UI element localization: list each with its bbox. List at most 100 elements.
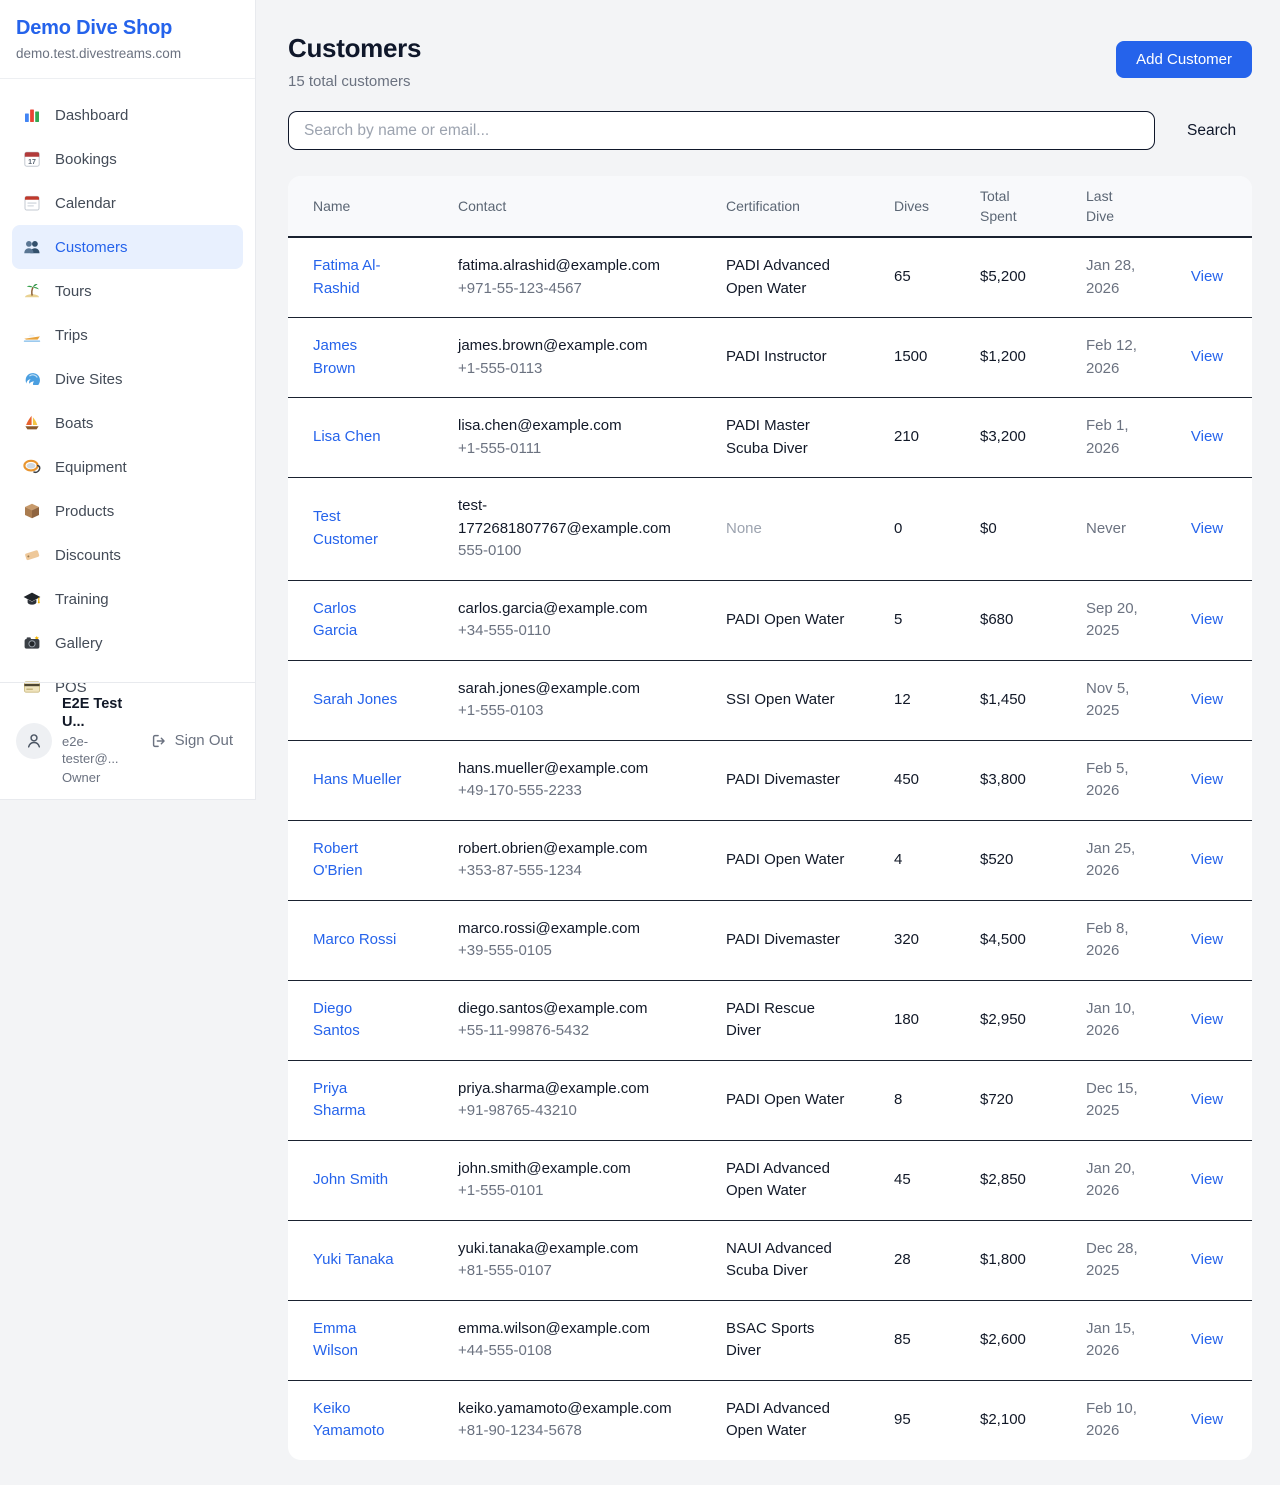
view-link[interactable]: View (1191, 851, 1223, 868)
sidebar-item-calendar[interactable]: Calendar (12, 181, 243, 225)
customer-dives: 45 (894, 1169, 980, 1192)
customer-phone: +91-98765-43210 (458, 1100, 680, 1123)
sidebar-item-dive-sites[interactable]: Dive Sites (12, 357, 243, 401)
customer-name-link[interactable]: Test Customer (313, 508, 378, 548)
customer-total-spent: $1,800 (980, 1249, 1086, 1272)
customer-email: diego.santos@example.com (458, 998, 680, 1021)
view-link[interactable]: View (1191, 1251, 1223, 1268)
view-link[interactable]: View (1191, 520, 1223, 537)
sign-out-button[interactable]: Sign Out (144, 731, 239, 751)
customer-certification: BSAC Sports Diver (726, 1318, 894, 1363)
column-header-last-dive: Last Dive (1086, 186, 1186, 227)
package-icon (22, 501, 42, 521)
customer-certification: PADI Advanced Open Water (726, 1158, 894, 1203)
sidebar-item-equipment[interactable]: Equipment (12, 445, 243, 489)
column-header-certification: Certification (726, 196, 894, 216)
customers-table: NameContactCertificationDivesTotal Spent… (288, 176, 1252, 1460)
sidebar-item-customers[interactable]: Customers (12, 225, 243, 269)
sidebar-item-tours[interactable]: Tours (12, 269, 243, 313)
customer-name-link[interactable]: Sarah Jones (313, 691, 397, 708)
column-header-contact: Contact (458, 196, 726, 216)
sidebar-item-label: Products (55, 503, 114, 520)
sailboat-icon (22, 413, 42, 433)
search-input[interactable] (288, 111, 1155, 150)
customer-phone: +353-87-555-1234 (458, 860, 680, 883)
customer-last-dive: Dec 28, 2025 (1086, 1238, 1186, 1283)
customer-total-spent: $3,800 (980, 769, 1086, 792)
view-link[interactable]: View (1191, 348, 1223, 365)
view-link[interactable]: View (1191, 1011, 1223, 1028)
customer-name-link[interactable]: Carlos Garcia (313, 600, 357, 640)
customer-name-link[interactable]: Keiko Yamamoto (313, 1400, 384, 1440)
customer-email: sarah.jones@example.com (458, 678, 680, 701)
sidebar-nav: Dashboard 17 Bookings Calendar Customers… (0, 79, 255, 723)
bar-chart-icon (22, 105, 42, 125)
sidebar-item-dashboard[interactable]: Dashboard (12, 93, 243, 137)
view-link[interactable]: View (1191, 1331, 1223, 1348)
view-link[interactable]: View (1191, 268, 1223, 285)
user-role: Owner (62, 770, 134, 787)
customer-name-link[interactable]: Diego Santos (313, 1000, 360, 1040)
table-body: Fatima Al-Rashid fatima.alrashid@example… (288, 238, 1252, 1460)
search-button[interactable]: Search (1177, 116, 1246, 146)
customer-email: james.brown@example.com (458, 335, 680, 358)
customer-name-link[interactable]: John Smith (313, 1171, 388, 1188)
customer-last-dive: Jan 25, 2026 (1086, 838, 1186, 883)
island-icon (22, 281, 42, 301)
customer-name-link[interactable]: Yuki Tanaka (313, 1251, 394, 1268)
customer-name-link[interactable]: James Brown (313, 337, 357, 377)
calendar-17-icon: 17 (22, 149, 42, 169)
sidebar-item-label: Gallery (55, 635, 103, 652)
add-customer-button[interactable]: Add Customer (1116, 41, 1252, 78)
view-link[interactable]: View (1191, 931, 1223, 948)
view-link[interactable]: View (1191, 1171, 1223, 1188)
customer-total-spent: $3,200 (980, 426, 1086, 449)
sidebar-item-label: Boats (55, 415, 93, 432)
avatar (16, 723, 52, 759)
table-row: Hans Mueller hans.mueller@example.com +4… (288, 741, 1252, 821)
view-link[interactable]: View (1191, 1411, 1223, 1428)
sidebar-item-training[interactable]: Training (12, 577, 243, 621)
customer-last-dive: Feb 5, 2026 (1086, 758, 1186, 803)
customer-name-link[interactable]: Lisa Chen (313, 428, 381, 445)
customer-last-dive: Jan 20, 2026 (1086, 1158, 1186, 1203)
sidebar-item-label: Tours (55, 283, 92, 300)
customer-name-link[interactable]: Priya Sharma (313, 1080, 366, 1120)
customer-name-link[interactable]: Robert O'Brien (313, 840, 363, 880)
customer-last-dive: Feb 8, 2026 (1086, 918, 1186, 963)
view-link[interactable]: View (1191, 691, 1223, 708)
column-header-name: Name (313, 196, 458, 216)
table-header-row: NameContactCertificationDivesTotal Spent… (288, 176, 1252, 238)
sidebar-item-boats[interactable]: Boats (12, 401, 243, 445)
customer-dives: 4 (894, 849, 980, 872)
sidebar-item-gallery[interactable]: Gallery (12, 621, 243, 665)
customer-name-link[interactable]: Marco Rossi (313, 931, 396, 948)
sidebar-item-bookings[interactable]: 17 Bookings (12, 137, 243, 181)
main-content: Customers 15 total customers Add Custome… (256, 0, 1280, 1460)
customer-name-link[interactable]: Hans Mueller (313, 771, 401, 788)
sidebar-item-label: Discounts (55, 547, 121, 564)
customer-email: lisa.chen@example.com (458, 415, 680, 438)
customer-certification: NAUI Advanced Scuba Diver (726, 1238, 894, 1283)
customer-email: priya.sharma@example.com (458, 1078, 680, 1101)
user-name: E2E Test U... (62, 695, 134, 733)
table-row: Keiko Yamamoto keiko.yamamoto@example.co… (288, 1381, 1252, 1460)
view-link[interactable]: View (1191, 771, 1223, 788)
view-link[interactable]: View (1191, 428, 1223, 445)
price-tag-icon (22, 545, 42, 565)
customer-dives: 320 (894, 929, 980, 952)
sidebar-item-products[interactable]: Products (12, 489, 243, 533)
customer-name-link[interactable]: Emma Wilson (313, 1320, 358, 1360)
page-header: Customers 15 total customers Add Custome… (288, 33, 1252, 90)
customer-last-dive: Sep 20, 2025 (1086, 598, 1186, 643)
customer-name-link[interactable]: Fatima Al-Rashid (313, 257, 381, 297)
sign-out-label: Sign Out (175, 732, 233, 749)
view-link[interactable]: View (1191, 1091, 1223, 1108)
customer-dives: 5 (894, 609, 980, 632)
customer-total-spent: $2,600 (980, 1329, 1086, 1352)
calendar-icon (22, 193, 42, 213)
customer-total-spent: $0 (980, 518, 1086, 541)
sidebar-item-trips[interactable]: Trips (12, 313, 243, 357)
sidebar-item-discounts[interactable]: Discounts (12, 533, 243, 577)
view-link[interactable]: View (1191, 611, 1223, 628)
